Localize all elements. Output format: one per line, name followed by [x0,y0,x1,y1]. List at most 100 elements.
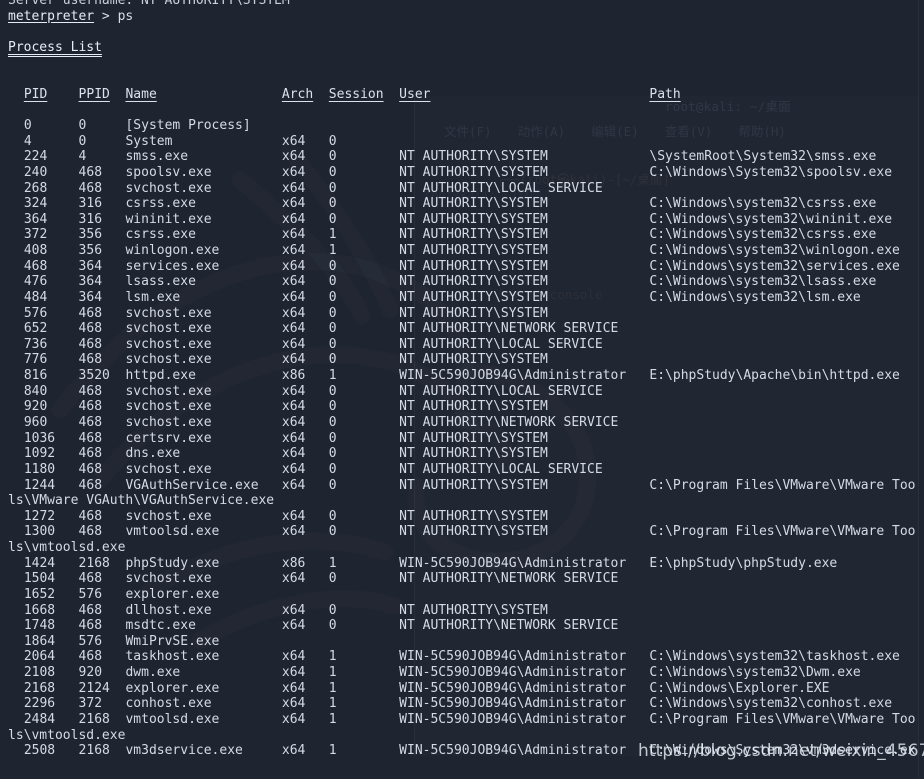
cell-arch: x64 [282,509,305,525]
cell-name: dwm.exe [125,665,180,681]
cell-ppid: 3520 [79,368,110,384]
cell-name: certsrv.exe [125,431,211,447]
cell-pid: 1424 [24,556,55,572]
cell-ppid: 468 [79,509,102,525]
cell-path: C:\Windows\system32\taskhost.exe [649,649,899,665]
terminal-output[interactable]: Server username: NT AUTHORITY\SYSTEMmete… [0,0,924,779]
cell-name: wininit.exe [125,212,211,228]
cell-name: vmtoolsd.exe [125,524,219,540]
cell-session: 0 [329,524,337,540]
cell-session: 0 [329,618,337,634]
cell-ppid: 468 [79,415,102,431]
cell-arch: x64 [282,399,305,415]
cell-user: NT AUTHORITY\SYSTEM [399,603,548,619]
cell-name: httpd.exe [125,368,195,384]
cell-user: WIN-5C590JOB94G\Administrator [399,696,626,712]
cell-ppid: 468 [79,337,102,353]
cell-ppid: 372 [79,696,102,712]
cell-user: WIN-5C590JOB94G\Administrator [399,681,626,697]
cell-session: 0 [329,446,337,462]
cell-ppid: 2168 [79,743,110,759]
cell-user: WIN-5C590JOB94G\Administrator [399,665,626,681]
cell-name: winlogon.exe [125,243,219,259]
cell-arch: x64 [282,243,305,259]
cell-arch: x86 [282,368,305,384]
cell-name: csrss.exe [125,227,195,243]
cell-ppid: 356 [79,227,102,243]
cell-session: 1 [329,649,337,665]
cell-ppid: 920 [79,665,102,681]
cell-path: C:\Windows\System32\spoolsv.exe [649,165,892,181]
cell-path: C:\Windows\system32\winlogon.exe [649,243,899,259]
cell-session: 0 [329,431,337,447]
cell-user: WIN-5C590JOB94G\Administrator [399,712,626,728]
cell-path: C:\Windows\system32\lsass.exe [649,274,876,290]
cell-pid: 576 [24,306,47,322]
cell-arch: x64 [282,227,305,243]
cell-name: svchost.exe [125,399,211,415]
cell-session: 0 [329,571,337,587]
window-right-edge [918,0,919,779]
cell-user: NT AUTHORITY\SYSTEM [399,431,548,447]
cell-name: svchost.exe [125,571,211,587]
cell-session: 1 [329,743,337,759]
cell-name: csrss.exe [125,196,195,212]
cell-user: NT AUTHORITY\SYSTEM [399,149,548,165]
cell-arch: x64 [282,290,305,306]
cell-ppid: 468 [79,306,102,322]
cell-arch: x64 [282,431,305,447]
cell-session: 0 [329,337,337,353]
cell-session: 0 [329,274,337,290]
cell-ppid: 468 [79,165,102,181]
prompt-line: meterpreter > ps [8,9,133,25]
cell-session: 0 [329,212,337,228]
cell-user: NT AUTHORITY\SYSTEM [399,165,548,181]
cell-user: NT AUTHORITY\NETWORK SERVICE [399,415,618,431]
cell-path: E:\phpStudy\phpStudy.exe [649,556,837,572]
cell-user: NT AUTHORITY\SYSTEM [399,478,548,494]
cell-name: svchost.exe [125,415,211,431]
cell-session: 0 [329,384,337,400]
cell-pid: 468 [24,259,47,275]
clipped-previous-line: Server username: NT AUTHORITY\SYSTEM [8,0,290,9]
cell-arch: x64 [282,259,305,275]
cell-path: E:\phpStudy\Apache\bin\httpd.exe [649,368,899,384]
cell-user: NT AUTHORITY\SYSTEM [399,446,548,462]
cell-name: vm3dservice.exe [125,743,242,759]
cell-path: C:\Windows\system32\Dwm.exe [649,665,860,681]
cell-session: 1 [329,368,337,384]
cell-user: NT AUTHORITY\SYSTEM [399,290,548,306]
cell-pid: 372 [24,227,47,243]
cell-path: C:\Windows\system32\csrss.exe [649,196,876,212]
cell-arch: x64 [282,446,305,462]
cell-arch: x64 [282,384,305,400]
cell-session: 0 [329,306,337,322]
cell-session: 1 [329,696,337,712]
cell-pid: 1092 [24,446,55,462]
cell-path: \SystemRoot\System32\smss.exe [649,149,876,165]
cell-pid: 2108 [24,665,55,681]
cell-ppid: 316 [79,212,102,228]
cell-pid: 2484 [24,712,55,728]
cell-path: C:\Windows\system32\lsm.exe [649,290,860,306]
cell-session: 0 [329,462,337,478]
cell-name: smss.exe [125,149,188,165]
cell-arch: x64 [282,618,305,634]
column-header-ppid: PPID [79,87,110,103]
cell-session: 0 [329,321,337,337]
cell-session: 0 [329,290,337,306]
cell-name: svchost.exe [125,181,211,197]
cell-user: WIN-5C590JOB94G\Administrator [399,743,626,759]
cell-user: NT AUTHORITY\NETWORK SERVICE [399,571,618,587]
cell-ppid: 468 [79,321,102,337]
cell-pid: 2508 [24,743,55,759]
cell-path: C:\Windows\System32\vm3dservice.ex [649,743,915,759]
cell-name: [System Process] [125,118,250,134]
cell-arch: x64 [282,603,305,619]
cell-ppid: 4 [79,149,87,165]
cell-name: lsm.exe [125,290,180,306]
column-header-path: Path [649,87,680,103]
cell-name: System [125,134,172,150]
cell-name: lsass.exe [125,274,195,290]
cell-user: NT AUTHORITY\SYSTEM [399,352,548,368]
